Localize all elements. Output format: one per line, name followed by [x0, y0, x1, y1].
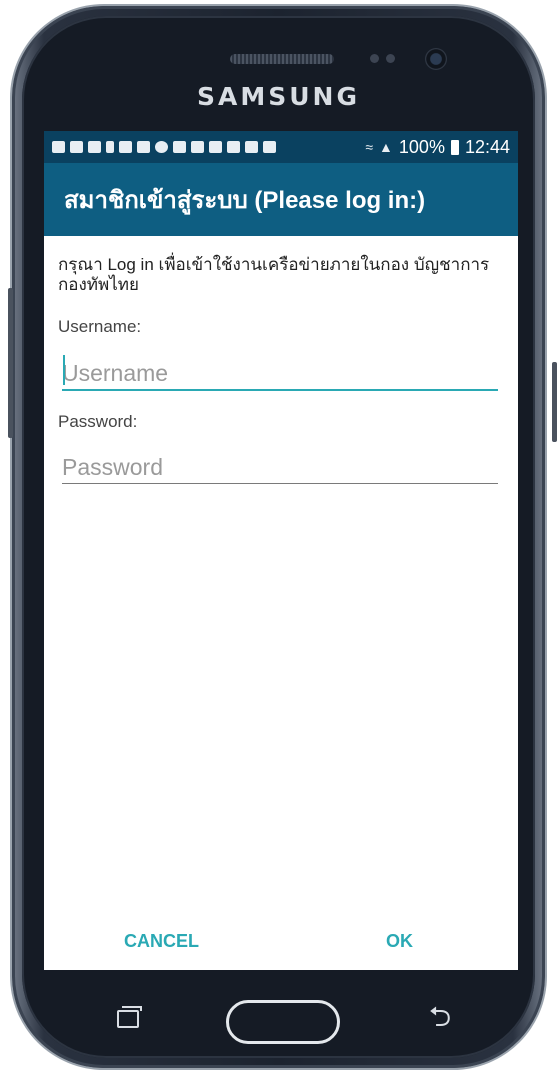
- cancel-button[interactable]: CANCEL: [118, 926, 205, 956]
- front-camera-icon: [425, 48, 447, 70]
- bag-icon: [245, 141, 258, 153]
- home-button[interactable]: [226, 1000, 340, 1044]
- power-button: [552, 362, 557, 442]
- signal-icon: ▲: [379, 139, 393, 155]
- bag-icon: [263, 141, 276, 153]
- status-bar: ≈ ▲ 100% 12:44: [44, 131, 518, 163]
- username-label: Username:: [58, 317, 142, 336]
- person-icon: [106, 141, 114, 153]
- grid-icon: [191, 141, 204, 153]
- photo-icon: [88, 141, 101, 153]
- light-sensor: [386, 54, 395, 63]
- photo-icon: [70, 141, 83, 153]
- status-time: 12:44: [464, 136, 510, 157]
- password-input[interactable]: [62, 449, 498, 485]
- password-underline: [62, 483, 498, 484]
- app-icon: [137, 141, 150, 153]
- proximity-sensor: [370, 54, 379, 63]
- recent-apps-icon[interactable]: [117, 1006, 142, 1028]
- drive-icon: [227, 141, 240, 153]
- wifi-icon: ≈: [365, 139, 374, 155]
- dialog-title: สมาชิกเข้าสู่ระบบ (Please log in:): [44, 163, 518, 236]
- dialog-description: กรุณา Log in เพื่อเข้าใช้งานเครือข่ายภาย…: [58, 255, 490, 294]
- back-arrow-icon[interactable]: ⮌: [420, 1002, 460, 1032]
- earpiece-speaker: [230, 54, 334, 64]
- mail-icon: [209, 141, 222, 153]
- text-cursor: [63, 355, 65, 385]
- battery-icon: [450, 139, 459, 155]
- screen: ≈ ▲ 100% 12:44 สมาชิกเข้าสู่ระบบ (Please…: [44, 131, 518, 970]
- ok-button[interactable]: OK: [380, 926, 419, 956]
- chat-icon: [52, 141, 65, 153]
- status-right: ≈ ▲ 100% 12:44: [365, 137, 510, 158]
- volume-button: [8, 288, 13, 438]
- username-input[interactable]: [62, 355, 498, 391]
- gallery-icon: [119, 141, 132, 153]
- app-icon: [173, 141, 186, 153]
- password-label: Password:: [58, 412, 138, 431]
- username-underline: [62, 389, 498, 391]
- app-icon: [155, 141, 168, 153]
- battery-percent: 100%: [398, 136, 445, 157]
- brand-logo: SAMSUNG: [197, 82, 360, 111]
- notification-icons: [52, 141, 276, 153]
